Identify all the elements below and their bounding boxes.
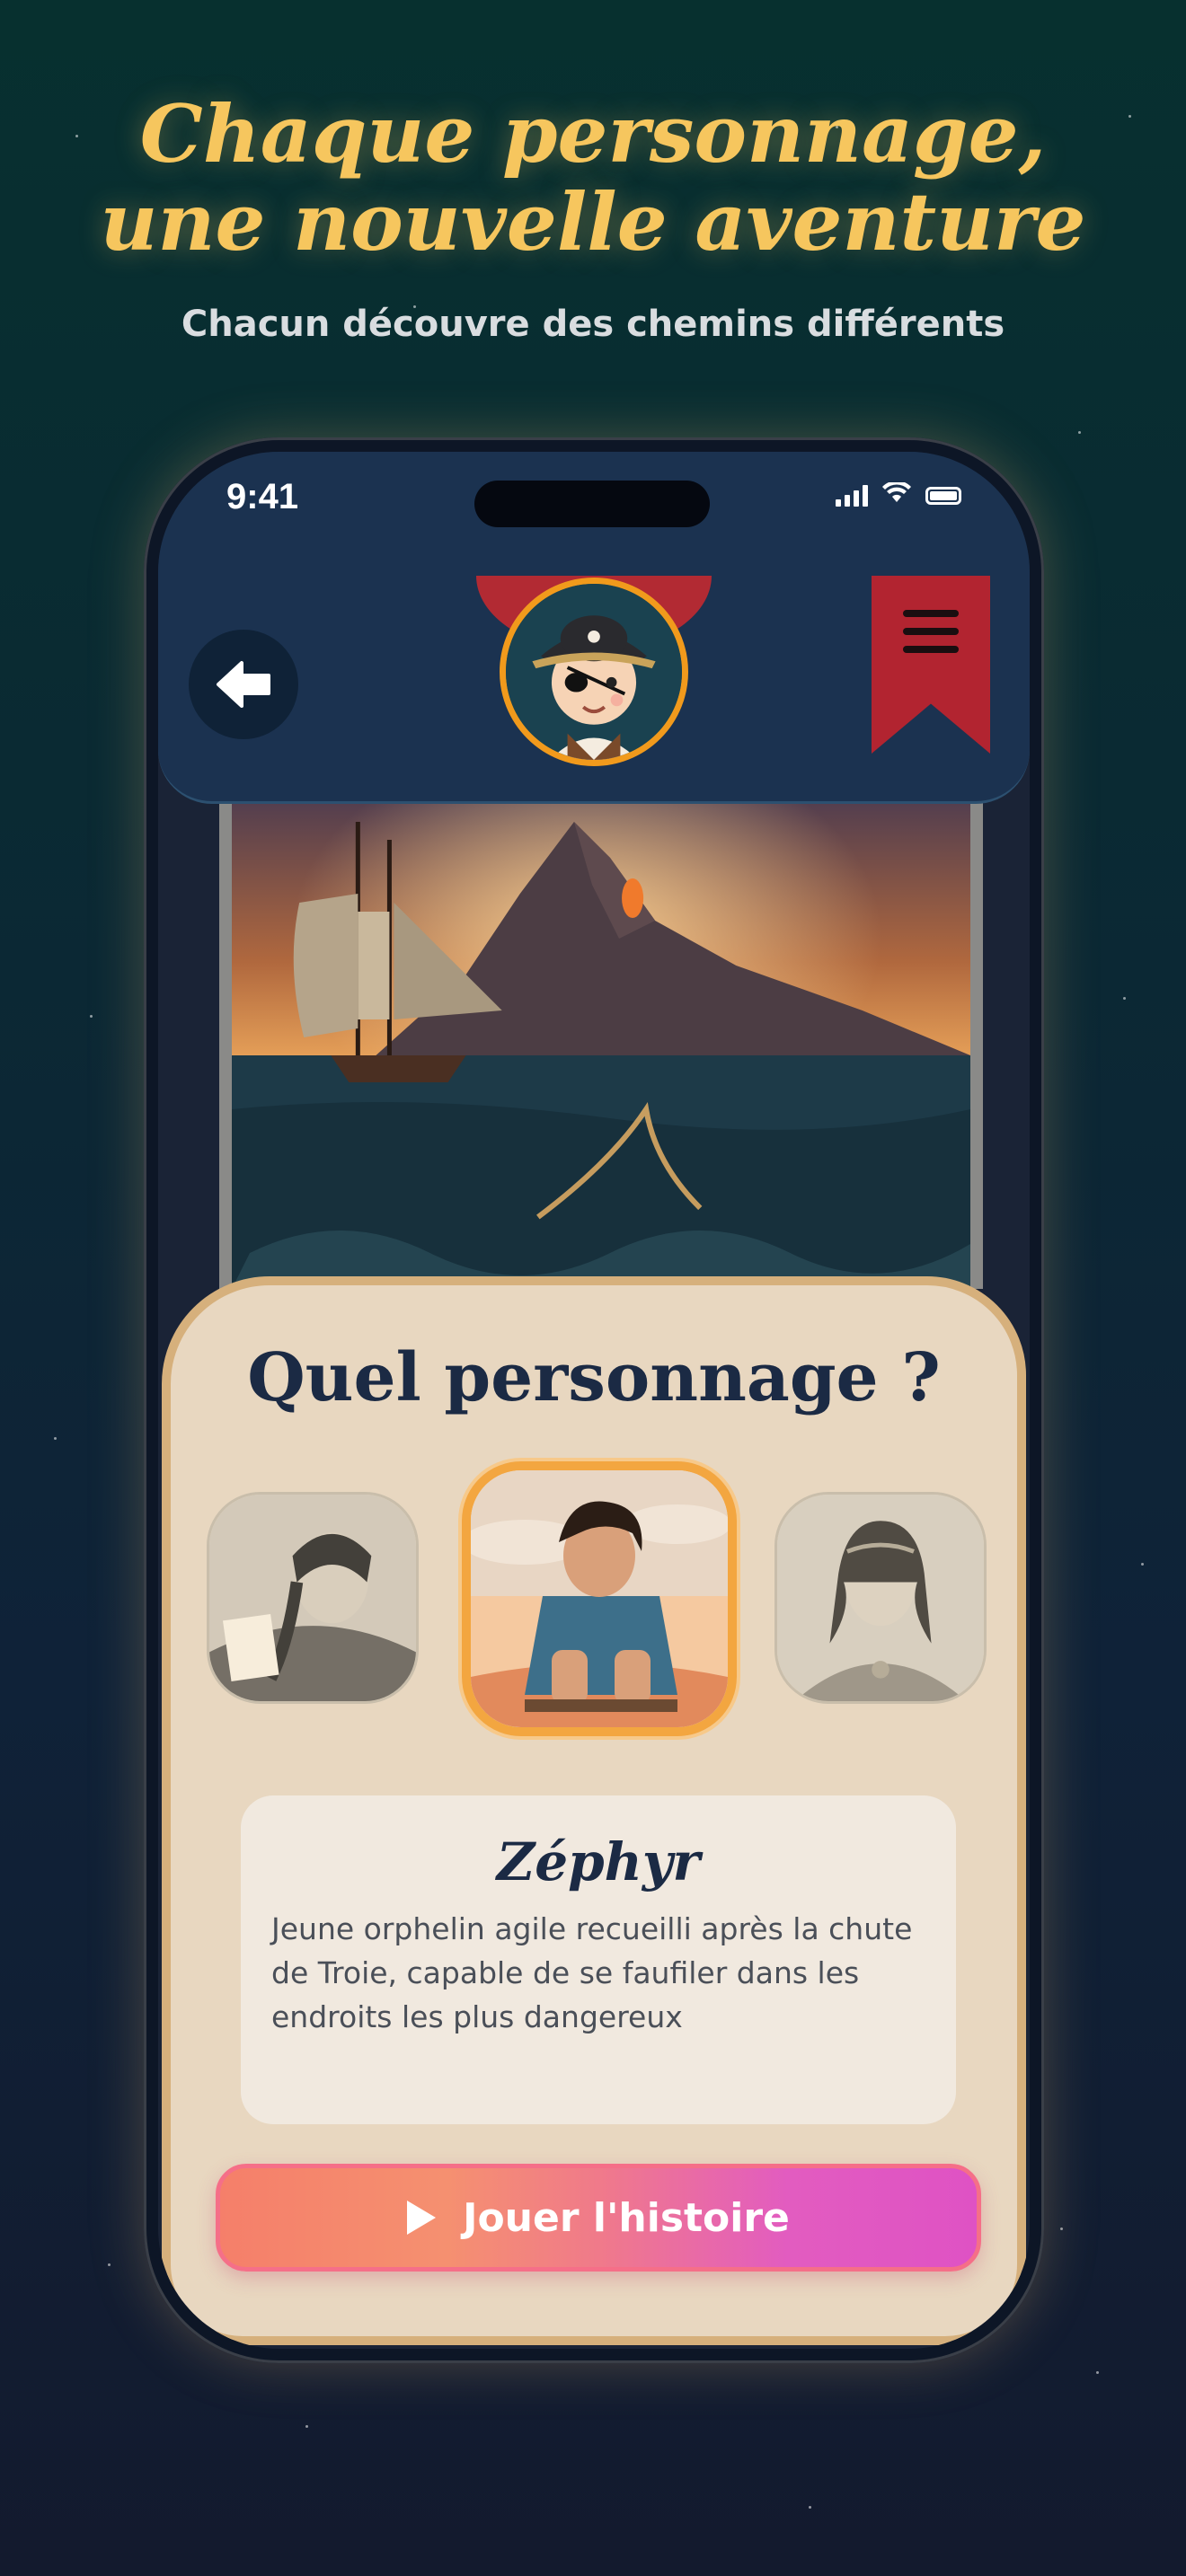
headline-subtitle: Chacun découvre des chemins différents [181,304,1005,345]
character-picker-card: Quel personnage ? Zéphyr Jeune orphelin … [162,1276,1026,2345]
priestess-portrait [777,1495,984,1701]
island-ship-scene-image [232,786,970,1289]
character-option-2-selected[interactable] [462,1461,737,1736]
app-header: 9:41 [158,452,1030,804]
battery-icon [925,486,961,505]
story-illustration [219,786,983,1289]
character-picker-title: Quel personnage ? [247,1339,941,1416]
headline-line-1: Chaque personnage, [139,87,1047,181]
character-name: Zéphyr [496,1831,701,1892]
warrior-woman-portrait [209,1495,416,1701]
pirate-avatar[interactable] [500,578,688,766]
hamburger-menu-icon [903,610,959,754]
phone-frame: 9:41 Quel personnage ? Zéphyr Jeune orph… [144,437,1044,2363]
play-story-button[interactable]: Jouer l'histoire [216,2164,981,2272]
dynamic-island [474,481,710,527]
phone-screen: 9:41 Quel personnage ? Zéphyr Jeune orph… [158,452,1030,2349]
character-option-3[interactable] [774,1492,987,1704]
headline-line-2: une nouvelle aventure [100,175,1086,269]
wifi-icon [882,481,911,508]
menu-bookmark-button[interactable] [872,576,990,754]
status-time: 9:41 [226,477,299,516]
headline: Chaque personnage, une nouvelle aventure [0,90,1186,266]
status-icons [836,481,961,508]
play-story-label: Jouer l'histoire [463,2194,790,2241]
pirate-avatar-icon [506,584,682,760]
character-option-1[interactable] [207,1492,419,1704]
signal-icon [836,484,868,507]
play-icon [407,2201,437,2235]
arrow-left-icon [217,661,270,708]
young-boy-portrait [471,1470,728,1727]
back-button[interactable] [189,630,298,739]
character-description: Jeune orphelin agile recueilli après la … [271,1911,913,2034]
character-description-panel: Zéphyr Jeune orphelin agile recueilli ap… [241,1795,956,2124]
